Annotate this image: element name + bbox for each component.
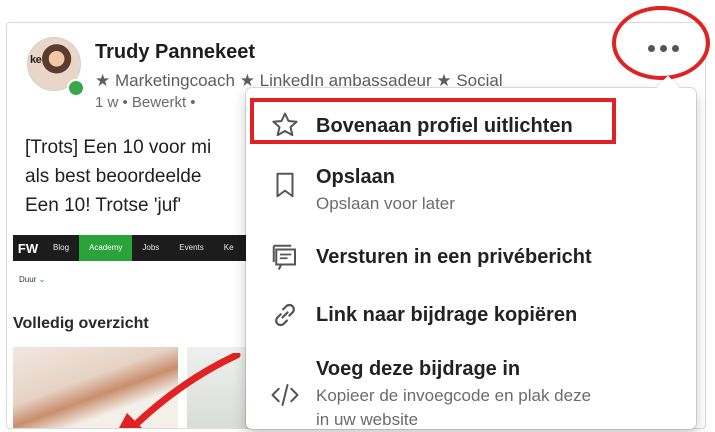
preview-title: Volledig overzicht	[13, 315, 149, 332]
presence-indicator	[67, 79, 85, 97]
post-meta: 1 w • Bewerkt •	[95, 94, 196, 111]
menu-item-embed-post[interactable]: Voeg deze bijdrage in Kopieer de invoegc…	[246, 348, 696, 429]
more-options-button[interactable]	[630, 30, 696, 66]
menu-item-label: Bovenaan profiel uitlichten	[316, 115, 573, 137]
menu-item-sublabel: Kopieer de invoegcode en plak deze	[316, 386, 592, 405]
bookmark-icon	[276, 172, 294, 198]
author-name[interactable]: Trudy Pannekeet	[95, 41, 255, 64]
code-icon	[271, 384, 299, 406]
menu-item-save[interactable]: Opslaan Opslaan voor later	[246, 154, 696, 222]
menu-item-copy-link[interactable]: Link naar bijdrage kopiëren	[246, 288, 696, 344]
message-icon	[272, 244, 296, 270]
menu-item-send-private-message[interactable]: Versturen in een privébericht	[246, 228, 696, 284]
post-text-line: Een 10! Trotse 'juf'	[25, 195, 182, 216]
menu-item-sublabel: in uw website	[316, 410, 419, 429]
link-icon	[275, 303, 295, 327]
preview-logo-text: FW	[17, 240, 39, 256]
preview-nav-item: Ke	[223, 243, 234, 252]
preview-filter-label: Duur	[19, 275, 37, 284]
dot-icon	[659, 44, 667, 52]
menu-item-label: Link naar bijdrage kopiëren	[316, 304, 578, 326]
avatar-text: ke	[30, 54, 42, 66]
menu-item-label: Opslaan	[316, 166, 395, 188]
preview-filter: Duur ⌄	[19, 275, 45, 284]
dot-icon	[671, 44, 679, 52]
preview-nav-item: Jobs	[142, 243, 160, 252]
menu-item-label: Voeg deze bijdrage in	[316, 358, 521, 380]
post-text-line: als best beoordeelde	[25, 166, 202, 187]
preview-nav-item-active: Academy	[79, 235, 133, 261]
menu-item-sublabel: Opslaan voor later	[316, 194, 455, 213]
preview-logo: FW	[13, 235, 43, 261]
post-text-line: [Trots] Een 10 voor mi	[25, 137, 212, 158]
menu-item-feature-on-profile[interactable]: Bovenaan profiel uitlichten	[246, 96, 696, 154]
preview-nav-item: Events	[179, 243, 204, 252]
post-text: [Trots] Een 10 voor mi als best beoordee…	[25, 133, 211, 220]
dot-icon	[647, 44, 655, 52]
preview-nav-item: Blog	[53, 243, 70, 252]
menu-item-label: Versturen in een privébericht	[316, 246, 592, 268]
chevron-down-icon: ⌄	[38, 275, 46, 284]
post-options-menu: Bovenaan profiel uitlichten Opslaan Opsl…	[246, 75, 696, 429]
star-icon	[272, 112, 298, 137]
